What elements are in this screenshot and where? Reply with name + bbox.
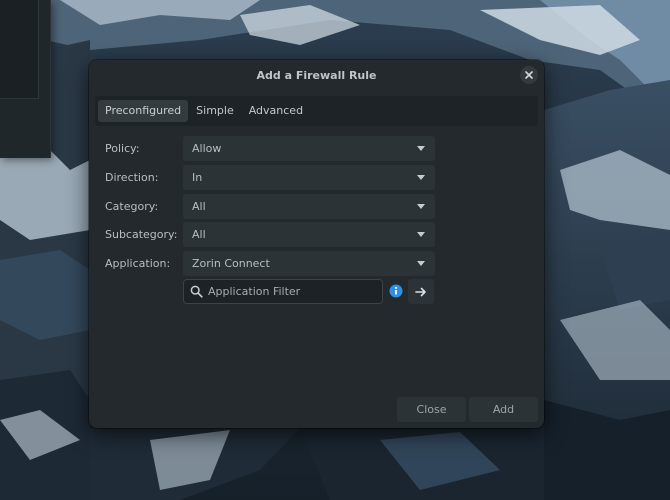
application-filter-input[interactable] (206, 282, 380, 301)
desktop: Add a Firewall Rule Preconfigured Simple… (0, 0, 670, 500)
application-label: Application: (105, 257, 171, 270)
direction-value: In (192, 171, 203, 184)
direction-dropdown[interactable]: In (183, 165, 435, 190)
direction-row: Direction: In (105, 165, 445, 191)
apply-filter-button[interactable] (408, 279, 434, 304)
close-button[interactable] (520, 66, 538, 84)
application-value: Zorin Connect (192, 257, 270, 270)
policy-label: Policy: (105, 142, 140, 155)
background-window-panel (0, 0, 39, 99)
subcategory-row: Subcategory: All (105, 222, 445, 248)
category-row: Category: All (105, 194, 445, 220)
subcategory-value: All (192, 228, 206, 241)
chevron-down-icon (417, 204, 425, 209)
chevron-down-icon (417, 261, 425, 266)
application-dropdown[interactable]: Zorin Connect (183, 251, 435, 276)
close-dialog-button[interactable]: Close (397, 397, 466, 422)
chevron-down-icon (417, 232, 425, 237)
application-filter-field[interactable] (183, 279, 383, 304)
background-window[interactable] (0, 0, 51, 158)
dialog-title: Add a Firewall Rule (256, 69, 377, 82)
arrow-right-icon (415, 287, 426, 296)
tab-preconfigured[interactable]: Preconfigured (98, 100, 189, 122)
filter-row (105, 279, 445, 305)
subcategory-dropdown[interactable]: All (183, 222, 435, 247)
category-dropdown[interactable]: All (183, 194, 435, 219)
application-row: Application: Zorin Connect (105, 251, 445, 277)
search-icon (190, 285, 203, 298)
tab-simple[interactable]: Simple (189, 100, 241, 122)
info-icon[interactable] (389, 284, 403, 298)
category-value: All (192, 200, 206, 213)
add-firewall-rule-dialog: Add a Firewall Rule Preconfigured Simple… (89, 60, 544, 428)
tab-advanced[interactable]: Advanced (242, 100, 310, 122)
direction-label: Direction: (105, 171, 159, 184)
policy-value: Allow (192, 142, 222, 155)
dialog-titlebar[interactable]: Add a Firewall Rule (89, 60, 544, 90)
close-icon (525, 71, 533, 79)
chevron-down-icon (417, 146, 425, 151)
rule-type-tabs: Preconfigured Simple Advanced (95, 96, 538, 126)
policy-dropdown[interactable]: Allow (183, 136, 435, 161)
category-label: Category: (105, 200, 159, 213)
policy-row: Policy: Allow (105, 136, 445, 162)
add-rule-button[interactable]: Add (469, 397, 538, 422)
chevron-down-icon (417, 175, 425, 180)
subcategory-label: Subcategory: (105, 228, 178, 241)
